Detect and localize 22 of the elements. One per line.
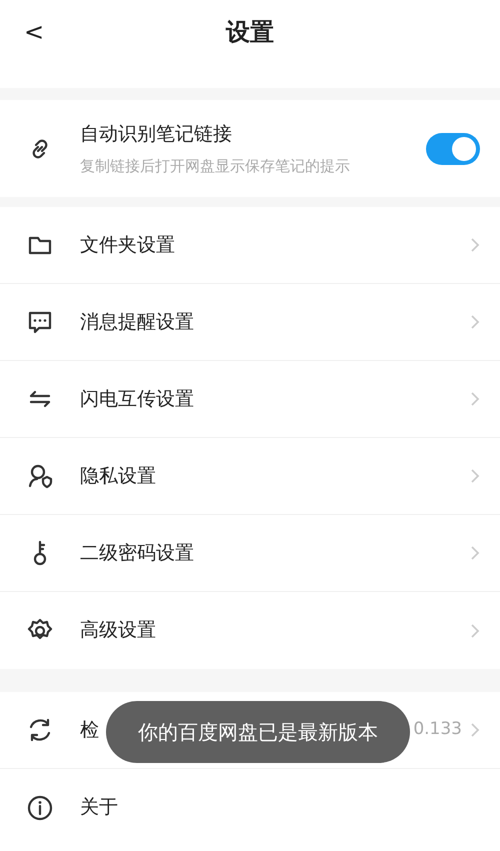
row-label: 隐私设置 xyxy=(80,464,156,489)
chevron-icon xyxy=(470,622,480,638)
row-label: 闪电互传设置 xyxy=(80,386,194,412)
chevron-icon xyxy=(470,314,480,330)
chevron-icon xyxy=(470,468,480,484)
toast-message: 你的百度网盘已是最新版本 xyxy=(106,701,410,763)
row-label: 高级设置 xyxy=(80,618,156,644)
row-label: 检 xyxy=(80,718,99,743)
chevron-icon xyxy=(470,545,480,561)
row-label: 文件夹设置 xyxy=(80,232,175,258)
toggle-switch[interactable] xyxy=(426,132,480,164)
page-title: 设置 xyxy=(224,17,275,48)
row-description: 复制链接后打开网盘显示保存笔记的提示 xyxy=(80,156,351,176)
chevron-icon xyxy=(470,391,480,407)
back-button[interactable]: < xyxy=(18,14,50,50)
row-label: 消息提醒设置 xyxy=(80,310,194,335)
row-label: 关于 xyxy=(80,795,118,820)
chevron-icon xyxy=(470,722,480,738)
row-label: 二级密码设置 xyxy=(80,540,194,566)
chevron-icon xyxy=(470,237,480,253)
version-text: 0.133 xyxy=(413,718,462,742)
row-label: 自动识别笔记链接 xyxy=(80,122,232,147)
